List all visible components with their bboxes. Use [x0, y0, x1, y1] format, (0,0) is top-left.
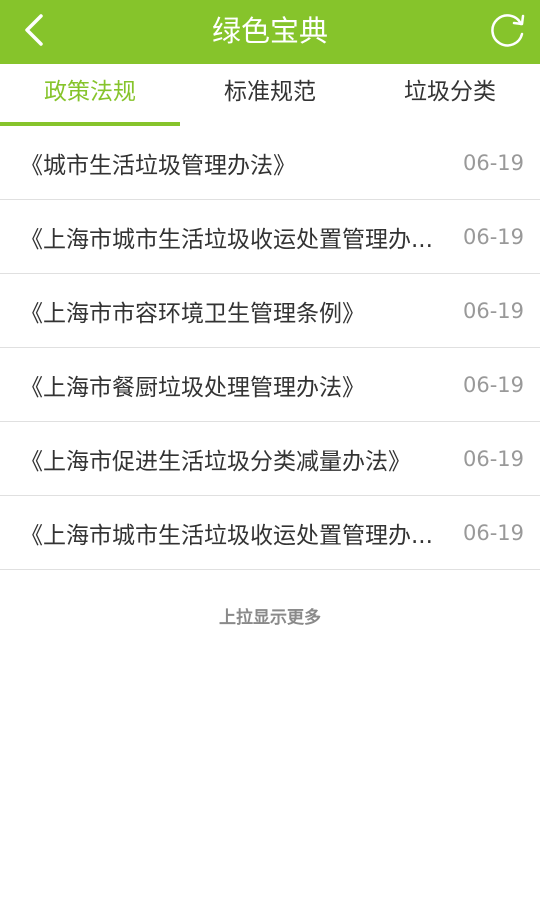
- list-item-title: 《上海市城市生活垃圾收运处置管理办...: [20, 522, 433, 549]
- back-button[interactable]: [10, 6, 58, 54]
- refresh-button[interactable]: [486, 8, 530, 52]
- list-item-date: 06-19: [462, 224, 524, 249]
- pull-to-load-more[interactable]: 上拉显示更多: [0, 603, 540, 628]
- list-item-date: 06-19: [462, 150, 524, 175]
- list-item-date: 06-19: [462, 298, 524, 323]
- list-item-date: 06-19: [462, 446, 524, 471]
- article-list: 《城市生活垃圾管理办法》 06-19 《上海市城市生活垃圾收运处置管理办... …: [0, 126, 540, 570]
- tab-policy-regulations[interactable]: 政策法规: [0, 64, 180, 126]
- list-item-title: 《城市生活垃圾管理办法》: [20, 152, 296, 179]
- refresh-icon: [491, 14, 525, 47]
- list-item[interactable]: 《城市生活垃圾管理办法》 06-19: [0, 126, 540, 200]
- chevron-left-icon: [25, 14, 43, 46]
- list-item-title: 《上海市餐厨垃圾处理管理办法》: [20, 374, 365, 401]
- list-item[interactable]: 《上海市促进生活垃圾分类减量办法》 06-19: [0, 422, 540, 496]
- list-item[interactable]: 《上海市城市生活垃圾收运处置管理办... 06-19: [0, 496, 540, 570]
- list-item-title: 《上海市促进生活垃圾分类减量办法》: [20, 448, 411, 475]
- list-item-date: 06-19: [462, 372, 524, 397]
- list-item-date: 06-19: [462, 520, 524, 545]
- list-item[interactable]: 《上海市市容环境卫生管理条例》 06-19: [0, 274, 540, 348]
- list-item[interactable]: 《上海市餐厨垃圾处理管理办法》 06-19: [0, 348, 540, 422]
- list-item[interactable]: 《上海市城市生活垃圾收运处置管理办... 06-19: [0, 200, 540, 274]
- app-header: 绿色宝典: [0, 0, 540, 64]
- tab-bar: 政策法规 标准规范 垃圾分类: [0, 64, 540, 126]
- list-item-title: 《上海市城市生活垃圾收运处置管理办...: [20, 226, 433, 253]
- list-item-title: 《上海市市容环境卫生管理条例》: [20, 300, 365, 327]
- tab-waste-sorting[interactable]: 垃圾分类: [360, 64, 540, 126]
- tab-standards[interactable]: 标准规范: [180, 64, 360, 126]
- page-title: 绿色宝典: [211, 14, 328, 48]
